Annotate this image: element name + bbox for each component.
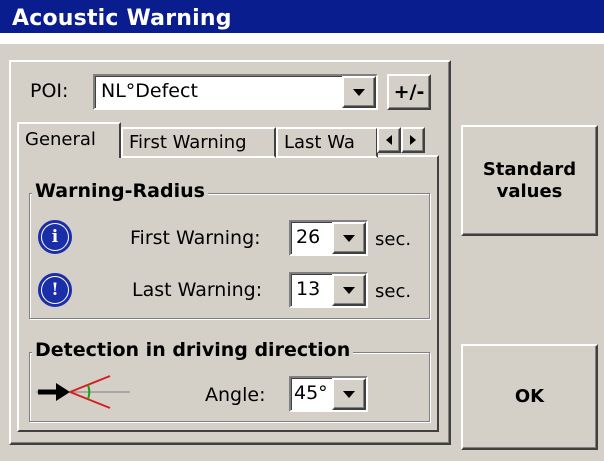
- poi-toggle-button[interactable]: +/-: [387, 74, 431, 110]
- angle-select[interactable]: 45°: [289, 376, 368, 412]
- chevron-down-icon: [343, 286, 355, 294]
- standard-values-button[interactable]: Standard values: [461, 125, 598, 236]
- angle-label: Angle:: [205, 384, 266, 406]
- tab-first-warning[interactable]: First Warning: [121, 127, 276, 158]
- direction-angle-icon: [36, 372, 130, 412]
- ok-button[interactable]: OK: [461, 344, 598, 450]
- window-title: Acoustic Warning: [12, 6, 232, 31]
- last-warning-select[interactable]: 13: [289, 272, 368, 308]
- tab-scroll-left-button[interactable]: [377, 127, 401, 153]
- last-warning-value: 13: [296, 278, 321, 300]
- ok-label: OK: [514, 386, 545, 408]
- chevron-down-icon: [343, 234, 355, 242]
- angle-value: 45°: [294, 382, 328, 404]
- last-warning-dropdown-button[interactable]: [332, 274, 366, 306]
- chevron-down-icon: [353, 88, 365, 96]
- tab-scroll-right-button[interactable]: [401, 127, 425, 153]
- last-warning-label: Last Warning:: [132, 279, 263, 301]
- exclamation-icon: !: [38, 273, 72, 307]
- angle-dropdown-button[interactable]: [332, 378, 366, 410]
- poi-select[interactable]: NL°Defect: [93, 74, 378, 110]
- last-warning-unit: sec.: [375, 281, 412, 302]
- first-warning-value: 26: [296, 226, 321, 248]
- poi-select-value: NL°Defect: [101, 80, 198, 102]
- first-warning-label: First Warning:: [130, 227, 261, 249]
- standard-values-label: Standard values: [482, 158, 577, 202]
- first-warning-unit: sec.: [375, 229, 412, 250]
- poi-label: POI:: [30, 80, 69, 102]
- first-warning-select[interactable]: 26: [289, 220, 368, 256]
- arrow-left-icon: [386, 135, 392, 145]
- first-warning-dropdown-button[interactable]: [332, 222, 366, 254]
- tab-last-warning[interactable]: Last Wa: [276, 127, 378, 158]
- title-bar: Acoustic Warning: [0, 0, 604, 44]
- tab-general[interactable]: General: [17, 122, 121, 158]
- info-icon: i: [38, 220, 72, 254]
- warning-radius-title: Warning-Radius: [32, 180, 208, 202]
- poi-dropdown-button[interactable]: [342, 76, 376, 108]
- arrow-right-icon: [410, 135, 416, 145]
- chevron-down-icon: [343, 390, 355, 398]
- detection-title: Detection in driving direction: [32, 339, 354, 361]
